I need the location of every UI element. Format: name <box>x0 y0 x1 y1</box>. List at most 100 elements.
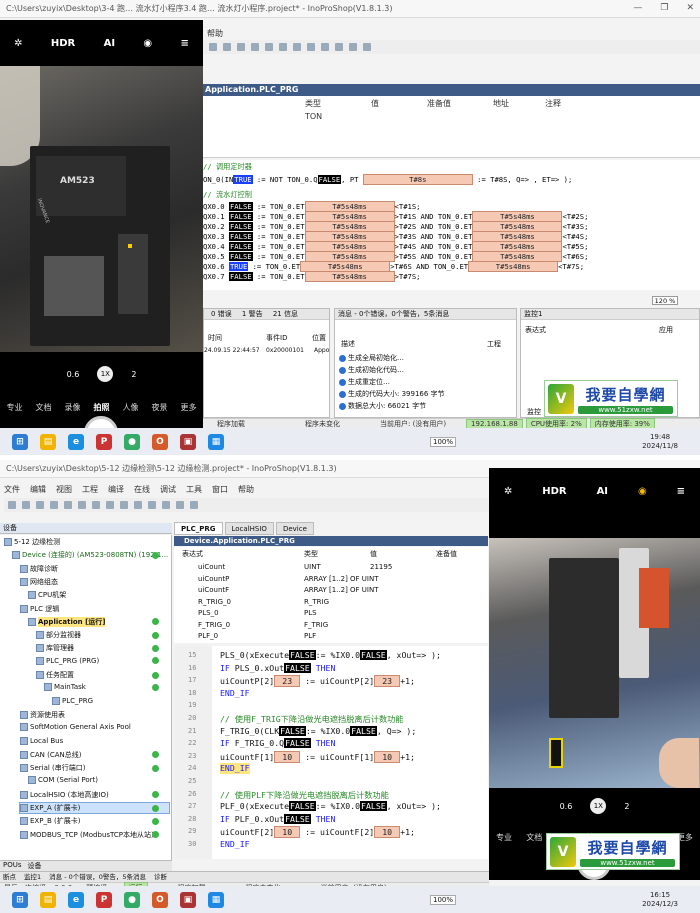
toolbar-icon[interactable] <box>223 43 231 51</box>
toolbar-icon[interactable] <box>265 43 273 51</box>
tree-node[interactable]: 网络组态 <box>20 577 169 587</box>
toolbar-icon[interactable] <box>134 501 142 509</box>
camera-mode-文档[interactable]: 文档 <box>526 832 542 843</box>
zoom-1x[interactable]: 1X <box>590 798 607 814</box>
tree-node[interactable]: PLC_PRG <box>52 696 169 705</box>
app-icon[interactable]: ▦ <box>208 891 224 908</box>
tree-node[interactable]: CPU机架 <box>28 590 169 600</box>
zoom-0-6[interactable]: 0.6 <box>560 802 573 811</box>
shutter-button[interactable] <box>84 416 118 428</box>
start-icon[interactable]: ⊞ <box>12 433 28 450</box>
tree-node[interactable]: 库管理器 <box>36 643 169 653</box>
code-editor[interactable]: 15 16 17 18 19 20 21 22 23 24 25 26 27 28 29 30 PLS_0(x… <box>174 646 488 859</box>
menu-icon[interactable]: ≡ <box>180 38 188 49</box>
app-icon[interactable]: ▦ <box>208 433 224 450</box>
flash-icon[interactable]: ✲ <box>504 486 512 497</box>
menu-item[interactable]: 编辑 <box>30 484 46 495</box>
toolbar-icon[interactable] <box>349 43 357 51</box>
tree-node[interactable]: 资源使用表 <box>20 710 169 720</box>
camera-mode-更多[interactable]: 更多 <box>181 402 197 413</box>
hdr-toggle[interactable]: HDR <box>542 486 566 497</box>
toolbar-icon[interactable] <box>148 501 156 509</box>
toolbar-icon[interactable] <box>162 501 170 509</box>
app-icon[interactable]: ▣ <box>180 433 196 450</box>
maximize-button[interactable]: ❐ <box>660 3 668 13</box>
tab-devices[interactable]: 设备 <box>28 861 42 871</box>
filter-icon[interactable]: ◉ <box>143 38 152 49</box>
tree-node[interactable]: Application [运行] <box>28 616 169 627</box>
toolbar-icon[interactable] <box>64 501 72 509</box>
menu-help[interactable]: 帮助 <box>207 29 223 38</box>
tree-node[interactable]: MODBUS_TCP (ModbusTCP本地从站) <box>20 830 169 840</box>
toolbar-icon[interactable] <box>8 501 16 509</box>
app-icon[interactable]: ● <box>124 433 140 450</box>
tree-node[interactable]: CAN (CAN总线) <box>20 750 169 760</box>
message-tab[interactable]: 消息 - 0个错误，0警告，5条消息 <box>49 872 146 882</box>
tree-node[interactable]: COM (Serial Port) <box>28 776 169 785</box>
menu-item[interactable]: 调试 <box>160 484 176 495</box>
camera-mode-文档[interactable]: 文档 <box>36 402 52 413</box>
toolbar-icon[interactable] <box>22 501 30 509</box>
zoom-2[interactable]: 2 <box>131 370 136 379</box>
camera-mode-专业[interactable]: 专业 <box>496 832 512 843</box>
app-icon[interactable]: P <box>96 891 112 908</box>
toolbar-icon[interactable] <box>335 43 343 51</box>
ai-toggle[interactable]: AI <box>104 38 115 49</box>
folder-icon[interactable]: ▤ <box>40 891 56 908</box>
office-icon[interactable]: O <box>152 891 168 908</box>
tree-node[interactable]: EXP_B (扩展卡) <box>20 816 169 826</box>
zoom-1x[interactable]: 1X <box>97 366 114 382</box>
tree-node[interactable]: Local Bus <box>20 736 169 745</box>
toolbar-icon[interactable] <box>363 43 371 51</box>
tree-node[interactable]: SoftMotion General Axis Pool <box>20 723 169 732</box>
edge-icon[interactable]: e <box>68 891 84 908</box>
folder-icon[interactable]: ▤ <box>40 433 56 450</box>
code-editor[interactable]: // 调用定时器 ON_0(INTRUE := NOT TON_0.QFALSE,… <box>203 160 700 290</box>
office-icon[interactable]: O <box>152 433 168 450</box>
close-button[interactable]: ✕ <box>686 3 694 13</box>
message-tab[interactable]: 监控1 <box>24 872 41 882</box>
zoom-0-6[interactable]: 0.6 <box>67 370 80 379</box>
tab-pous[interactable]: POUs <box>3 861 22 871</box>
tab-errors[interactable]: 0 错误 <box>207 309 236 319</box>
flash-icon[interactable]: ✲ <box>14 38 22 49</box>
menu-item[interactable]: 帮助 <box>238 484 254 495</box>
menu-item[interactable]: 工具 <box>186 484 202 495</box>
app-icon[interactable]: ● <box>124 891 140 908</box>
tree-node[interactable]: Device (连接的) (AM523-0808TN) (192.1… <box>12 550 169 560</box>
menu-item[interactable]: 编译 <box>108 484 124 495</box>
toolbar-icon[interactable] <box>36 501 44 509</box>
toolbar-icon[interactable] <box>237 43 245 51</box>
tree-node[interactable]: 故障诊断 <box>20 564 169 574</box>
toolbar-icon[interactable] <box>176 501 184 509</box>
toolbar-icon[interactable] <box>92 501 100 509</box>
tab-device[interactable]: Device <box>275 522 314 535</box>
toolbar-icon[interactable] <box>78 501 86 509</box>
minimize-button[interactable]: — <box>633 3 642 13</box>
message-tab[interactable]: 断点 <box>3 872 16 882</box>
toolbar-icon[interactable] <box>321 43 329 51</box>
tree-node[interactable]: LocalHSIO (本地高速IO) <box>20 790 169 800</box>
tree-node[interactable]: 5-12 边缘检测 <box>4 537 169 547</box>
toolbar-icon[interactable] <box>209 43 217 51</box>
camera-mode-拍照[interactable]: 拍照 <box>94 402 110 413</box>
app-icon[interactable]: ▣ <box>180 891 196 908</box>
toolbar-icon[interactable] <box>106 501 114 509</box>
app-icon[interactable]: P <box>96 433 112 450</box>
toolbar-icon[interactable] <box>190 501 198 509</box>
menu-item[interactable]: 视图 <box>56 484 72 495</box>
tree-node[interactable]: PLC 逻辑 <box>20 604 169 614</box>
zoom-percent[interactable]: 120 % <box>652 296 678 305</box>
menu-item[interactable]: 文件 <box>4 484 20 495</box>
tab-warnings[interactable]: 1 警告 <box>238 309 267 319</box>
toolbar-icon[interactable] <box>120 501 128 509</box>
tab-plc-prg[interactable]: PLC_PRG <box>174 522 223 535</box>
toolbar-icon[interactable] <box>251 43 259 51</box>
toolbar-icon[interactable] <box>50 501 58 509</box>
tab-info[interactable]: 21 信息 <box>269 309 302 319</box>
camera-mode-录像[interactable]: 录像 <box>65 402 81 413</box>
edge-icon[interactable]: e <box>68 433 84 450</box>
tab-localhsio[interactable]: LocalHSIO <box>224 522 274 535</box>
tree-node[interactable]: PLC_PRG (PRG) <box>36 656 169 665</box>
ai-toggle[interactable]: AI <box>597 486 608 497</box>
